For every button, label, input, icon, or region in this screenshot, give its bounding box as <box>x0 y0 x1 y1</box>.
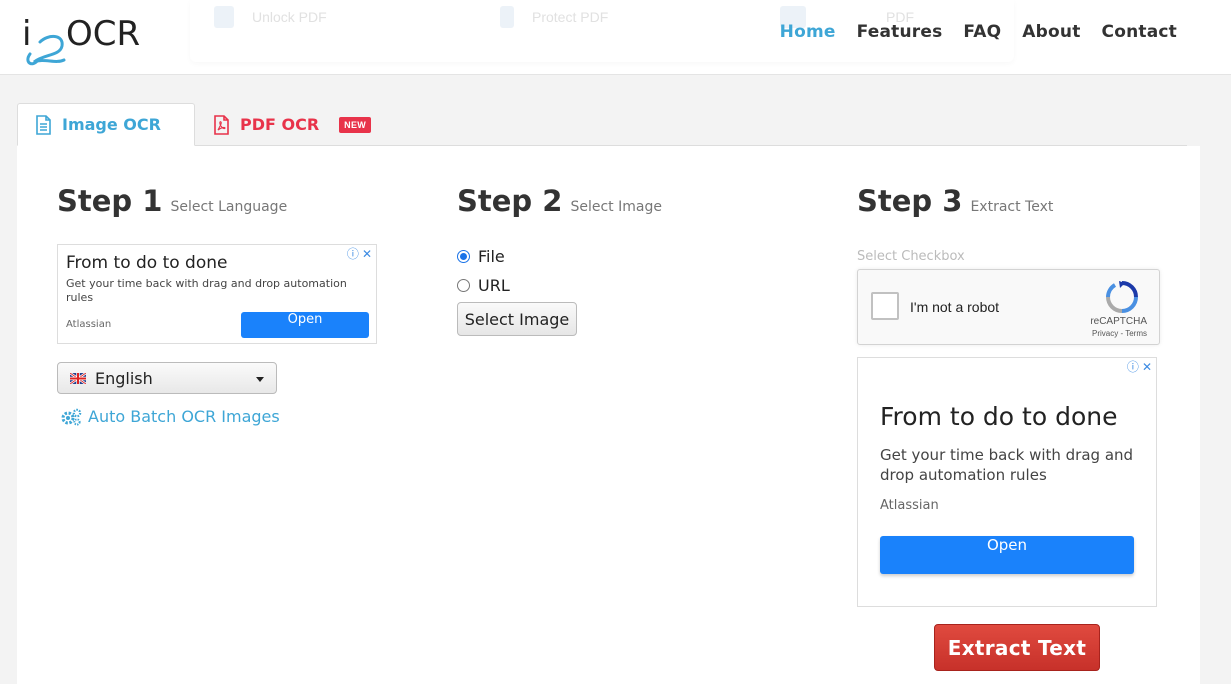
select-image-button[interactable]: Select Image <box>457 302 577 336</box>
gears-icon <box>61 408 82 426</box>
recaptcha-label: I'm not a robot <box>910 299 1000 315</box>
tab-image-ocr-label: Image OCR <box>62 115 161 134</box>
ad-close-icon[interactable]: ✕ <box>1142 360 1152 374</box>
ocr-panel: Step 1 Select Language ⓘ ✕ From to do to… <box>17 146 1200 684</box>
ad-brand: Atlassian <box>66 319 112 330</box>
step1-number: Step 1 <box>57 184 163 218</box>
recaptcha-logo-icon <box>1106 281 1138 313</box>
radio-url[interactable]: URL <box>457 276 510 295</box>
ad-banner-large[interactable]: ⓘ ✕ From to do to done Get your time bac… <box>857 357 1157 607</box>
language-select[interactable]: English <box>57 362 277 394</box>
recaptcha-widget: I'm not a robot reCAPTCHA Privacy - Term… <box>857 269 1160 345</box>
main-nav: Home Features FAQ About Contact <box>780 22 1177 42</box>
step2-number: Step 2 <box>457 184 563 218</box>
step3-heading: Step 3 Extract Text <box>857 184 1053 218</box>
ad-large-open-button[interactable]: Open <box>880 536 1134 574</box>
selected-language: English <box>95 368 153 388</box>
ad-description: Get your time back with drag and drop au… <box>66 277 347 304</box>
ad-large-brand: Atlassian <box>880 498 939 513</box>
nav-contact[interactable]: Contact <box>1102 22 1177 42</box>
ad-close-icon[interactable]: ✕ <box>362 247 372 261</box>
logo-swirl-icon <box>26 35 66 66</box>
radio-file[interactable]: File <box>457 247 505 266</box>
document-icon <box>36 114 51 135</box>
nav-about[interactable]: About <box>1022 22 1080 42</box>
unlock-pdf-icon <box>214 6 234 28</box>
radio-url-input[interactable] <box>457 279 470 292</box>
ad-banner-small[interactable]: ⓘ ✕ From to do to done Get your time bac… <box>57 244 377 344</box>
ad-open-button[interactable]: Open <box>241 312 369 338</box>
tab-image-ocr[interactable]: Image OCR <box>17 103 195 146</box>
nav-features[interactable]: Features <box>857 22 943 42</box>
ghost-tool-unlock: Unlock PDF <box>214 6 327 28</box>
step1-heading: Step 1 Select Language <box>57 184 287 218</box>
ad-large-title: From to do to done <box>880 402 1118 431</box>
logo-text: OCR <box>66 14 141 54</box>
radio-file-label: File <box>478 247 505 266</box>
auto-batch-link[interactable]: Auto Batch OCR Images <box>60 407 280 426</box>
select-checkbox-label: Select Checkbox <box>857 249 965 264</box>
site-header: Unlock PDF Protect PDF PDF i OCR Home Fe… <box>0 0 1231 75</box>
recaptcha-checkbox[interactable] <box>871 292 899 320</box>
caret-down-icon <box>256 377 264 382</box>
ad-controls: ⓘ ✕ <box>347 247 372 261</box>
logo[interactable]: i OCR <box>22 14 152 66</box>
tab-pdf-ocr-label: PDF OCR <box>240 115 320 134</box>
step1-subtitle: Select Language <box>170 199 288 215</box>
new-badge: NEW <box>339 116 372 133</box>
auto-batch-label: Auto Batch OCR Images <box>88 407 280 426</box>
step3-number: Step 3 <box>857 184 963 218</box>
extract-text-button[interactable]: Extract Text <box>934 624 1100 671</box>
pdf-file-icon <box>214 114 229 135</box>
recaptcha-terms[interactable]: Privacy - Terms <box>1092 329 1147 338</box>
uk-flag-icon <box>70 372 86 384</box>
ocr-tabs: Image OCR PDF OCR NEW <box>17 103 1187 146</box>
ad-title: From to do to done <box>66 253 228 273</box>
step2-subtitle: Select Image <box>570 199 662 215</box>
step2-heading: Step 2 Select Image <box>457 184 662 218</box>
radio-file-input[interactable] <box>457 250 470 263</box>
tab-pdf-ocr[interactable]: PDF OCR NEW <box>213 103 393 146</box>
nav-home[interactable]: Home <box>780 22 836 42</box>
ad-info-icon[interactable]: ⓘ <box>347 247 359 261</box>
radio-url-label: URL <box>478 276 510 295</box>
step3-subtitle: Extract Text <box>970 199 1054 215</box>
ghost-tool-protect: Protect PDF <box>500 6 608 28</box>
lock-icon <box>500 6 514 28</box>
ad-controls-large: ⓘ ✕ <box>1127 360 1152 374</box>
ad-large-description: Get your time back with drag and drop au… <box>880 446 1134 484</box>
nav-faq[interactable]: FAQ <box>963 22 1001 42</box>
recaptcha-brand: reCAPTCHA <box>1090 316 1147 327</box>
ad-info-icon[interactable]: ⓘ <box>1127 360 1139 374</box>
